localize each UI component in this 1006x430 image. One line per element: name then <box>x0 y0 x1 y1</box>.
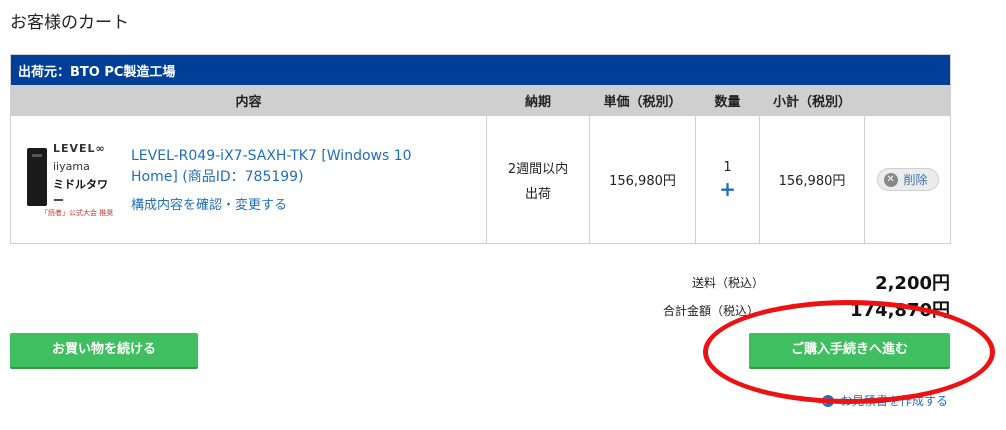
col-header-actions <box>863 85 952 116</box>
total-label: 合計金額（税込） <box>663 304 760 318</box>
delivery-line2: 出荷 <box>524 186 551 202</box>
total-value: 174,870円 <box>850 300 950 321</box>
x-circle-icon: ✕ <box>883 172 898 187</box>
maker-logo: iiyama <box>53 159 90 173</box>
col-header-content: 内容 <box>10 85 487 116</box>
col-header-unit-price: 単価（税別） <box>589 85 696 116</box>
brand-logo: LEVEL∞ <box>53 141 106 155</box>
product-name-link[interactable]: LEVEL-R049-iX7-SAXH-TK7 [Windows 10 Home… <box>131 146 431 188</box>
shipper-header: 出荷元：BTO PC製造工場 <box>9 54 952 86</box>
page-title: お客様のカート <box>10 13 129 33</box>
col-header-quantity: 数量 <box>695 85 760 116</box>
continue-shopping-button[interactable]: お買い物を続ける <box>10 333 198 367</box>
actions-cell: ✕ 削除 <box>863 115 952 244</box>
arrow-circle-icon: ▶ <box>822 394 834 407</box>
shipping-value: 2,200円 <box>875 273 950 294</box>
quote-link[interactable]: ▶ お見積書を作成する <box>822 392 948 409</box>
delivery-cell: 2週間以内 出荷 <box>486 115 590 244</box>
delivery-line1: 2週間以内 <box>507 161 569 177</box>
quote-label: お見積書を作成する <box>840 394 949 408</box>
product-thumbnail[interactable]: LEVEL∞ iiyama ミドルタワー 「読者」公式大会 推奨 <box>21 140 117 220</box>
subtotal-cell: 156,980円 <box>759 115 865 244</box>
model-type: ミドルタワー <box>53 177 108 207</box>
checkout-button[interactable]: ご購入手続きへ進む <box>749 333 950 367</box>
item-content-cell: LEVEL∞ iiyama ミドルタワー 「読者」公式大会 推奨 LEVEL-R… <box>10 115 487 244</box>
table-header-row: 内容 納期 単価（税別） 数量 小計（税別） <box>10 85 952 116</box>
quantity-cell: 1 + <box>695 115 760 244</box>
unit-price-cell: 156,980円 <box>589 115 696 244</box>
cart-table: 出荷元：BTO PC製造工場 内容 納期 単価（税別） 数量 小計（税別） LE… <box>9 54 952 244</box>
delete-button[interactable]: ✕ 削除 <box>876 168 939 191</box>
config-link[interactable]: 構成内容を確認・変更する <box>131 194 431 213</box>
plus-icon[interactable]: + <box>696 179 759 199</box>
col-header-subtotal: 小計（税別） <box>759 85 865 116</box>
pc-tower-image <box>27 147 47 206</box>
shipping-label: 送料（税込） <box>692 276 765 290</box>
table-row: LEVEL∞ iiyama ミドルタワー 「読者」公式大会 推奨 LEVEL-R… <box>10 115 952 244</box>
delete-label: 削除 <box>903 173 928 187</box>
thumb-caption: 「読者」公式大会 推奨 <box>41 208 114 217</box>
col-header-delivery: 納期 <box>486 85 590 116</box>
quantity-value: 1 <box>723 160 732 175</box>
